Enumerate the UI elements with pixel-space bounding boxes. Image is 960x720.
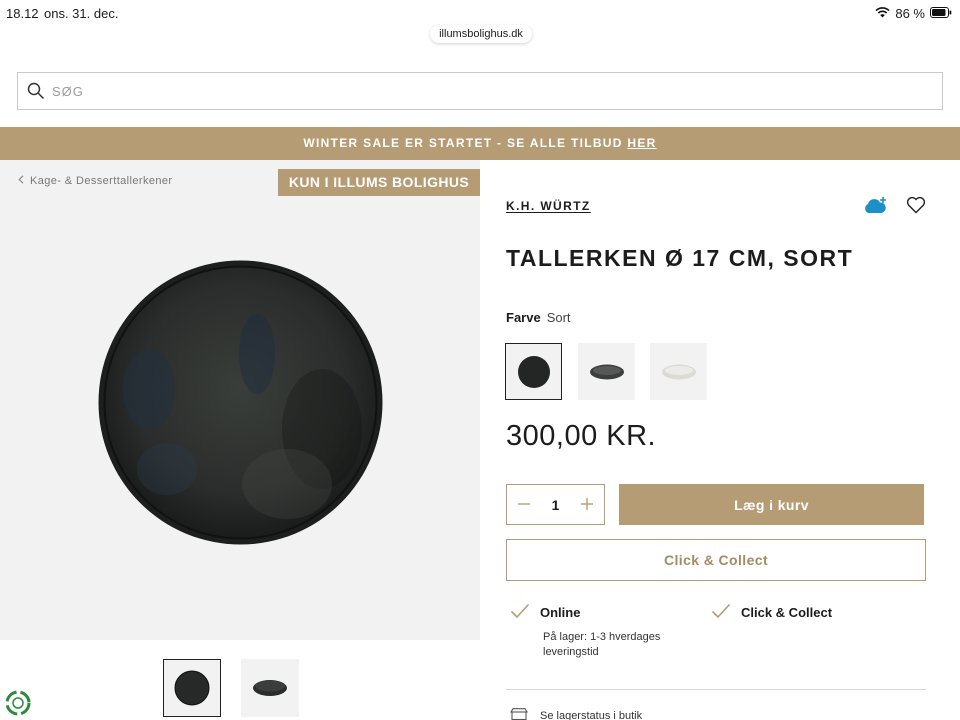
thumbnail-1[interactable] bbox=[163, 659, 221, 717]
cloud-add-icon[interactable] bbox=[862, 196, 890, 221]
status-time: 18.12 bbox=[6, 6, 39, 21]
quantity-stepper[interactable]: 1 bbox=[506, 484, 605, 525]
divider bbox=[506, 689, 926, 690]
chevron-left-icon bbox=[18, 175, 24, 187]
store-icon bbox=[510, 708, 528, 720]
promo-banner-link[interactable]: HER bbox=[627, 136, 656, 150]
swatch-plate-white-image bbox=[661, 364, 696, 379]
availability-click-collect: Click & Collect bbox=[711, 603, 832, 622]
swatch-plate-grey-image bbox=[589, 364, 624, 379]
plus-icon[interactable] bbox=[580, 495, 594, 515]
wifi-icon bbox=[875, 6, 890, 21]
breadcrumb[interactable]: Kage- & Desserttallerkener bbox=[18, 175, 172, 187]
product-gallery: Kage- & Desserttallerkener KUN I ILLUMS … bbox=[0, 160, 480, 640]
availability-online-label: Online bbox=[540, 605, 581, 620]
promo-banner: WINTER SALE ER STARTET - SE ALLE TILBUD … bbox=[0, 127, 960, 160]
status-right: 86 % bbox=[875, 6, 952, 21]
availability-online: Online bbox=[510, 603, 580, 622]
product-title: TALLERKEN Ø 17 CM, SORT bbox=[506, 245, 854, 271]
store-stock-link[interactable]: Se lagerstatus i butik bbox=[510, 708, 642, 720]
color-value: Sort bbox=[546, 310, 571, 325]
search-box[interactable] bbox=[17, 72, 943, 110]
exclusive-badge: KUN I ILLUMS BOLIGHUS bbox=[278, 169, 480, 196]
checkmark-icon bbox=[510, 603, 530, 622]
availability-cc-label: Click & Collect bbox=[741, 605, 833, 620]
swatch-plate-black-image bbox=[517, 355, 550, 388]
battery-percent: 86 % bbox=[895, 6, 925, 21]
color-swatch-grey[interactable] bbox=[578, 343, 635, 400]
store-stock-label[interactable]: Se lagerstatus i butik bbox=[540, 710, 642, 720]
stock-status-text: På lager: 1-3 hverdages leveringstid bbox=[543, 631, 661, 658]
product-price: 300,00 KR. bbox=[506, 420, 657, 452]
checkmark-icon bbox=[711, 603, 731, 622]
quantity-value[interactable]: 1 bbox=[552, 497, 560, 513]
heart-icon[interactable] bbox=[906, 196, 926, 219]
color-swatch-white[interactable] bbox=[650, 343, 707, 400]
thumbnail-2[interactable] bbox=[241, 659, 299, 717]
search-input[interactable] bbox=[52, 81, 922, 101]
breadcrumb-link[interactable]: Kage- & Desserttallerkener bbox=[30, 175, 172, 187]
battery-icon bbox=[930, 6, 952, 21]
search-icon[interactable] bbox=[27, 82, 45, 105]
color-selector-label: Farve Sort bbox=[506, 310, 571, 325]
status-date: ons. 31. dec. bbox=[44, 6, 119, 21]
recycle-icon[interactable] bbox=[5, 690, 31, 720]
add-to-cart-button[interactable]: Læg i kurv bbox=[619, 484, 924, 525]
thumbnail-plate-side-image bbox=[253, 680, 287, 696]
brand-link[interactable]: K.H. WÜRTZ bbox=[506, 199, 591, 213]
url-bar[interactable]: illumsbolighus.dk bbox=[430, 25, 532, 43]
thumbnail-plate-top-image bbox=[174, 670, 210, 706]
color-swatch-black[interactable] bbox=[505, 343, 562, 400]
click-collect-button[interactable]: Click & Collect bbox=[506, 539, 926, 581]
promo-banner-text: WINTER SALE ER STARTET - SE ALLE TILBUD bbox=[303, 136, 628, 150]
minus-icon[interactable] bbox=[517, 495, 531, 515]
color-label: Farve bbox=[506, 310, 541, 325]
product-image[interactable] bbox=[97, 259, 384, 546]
